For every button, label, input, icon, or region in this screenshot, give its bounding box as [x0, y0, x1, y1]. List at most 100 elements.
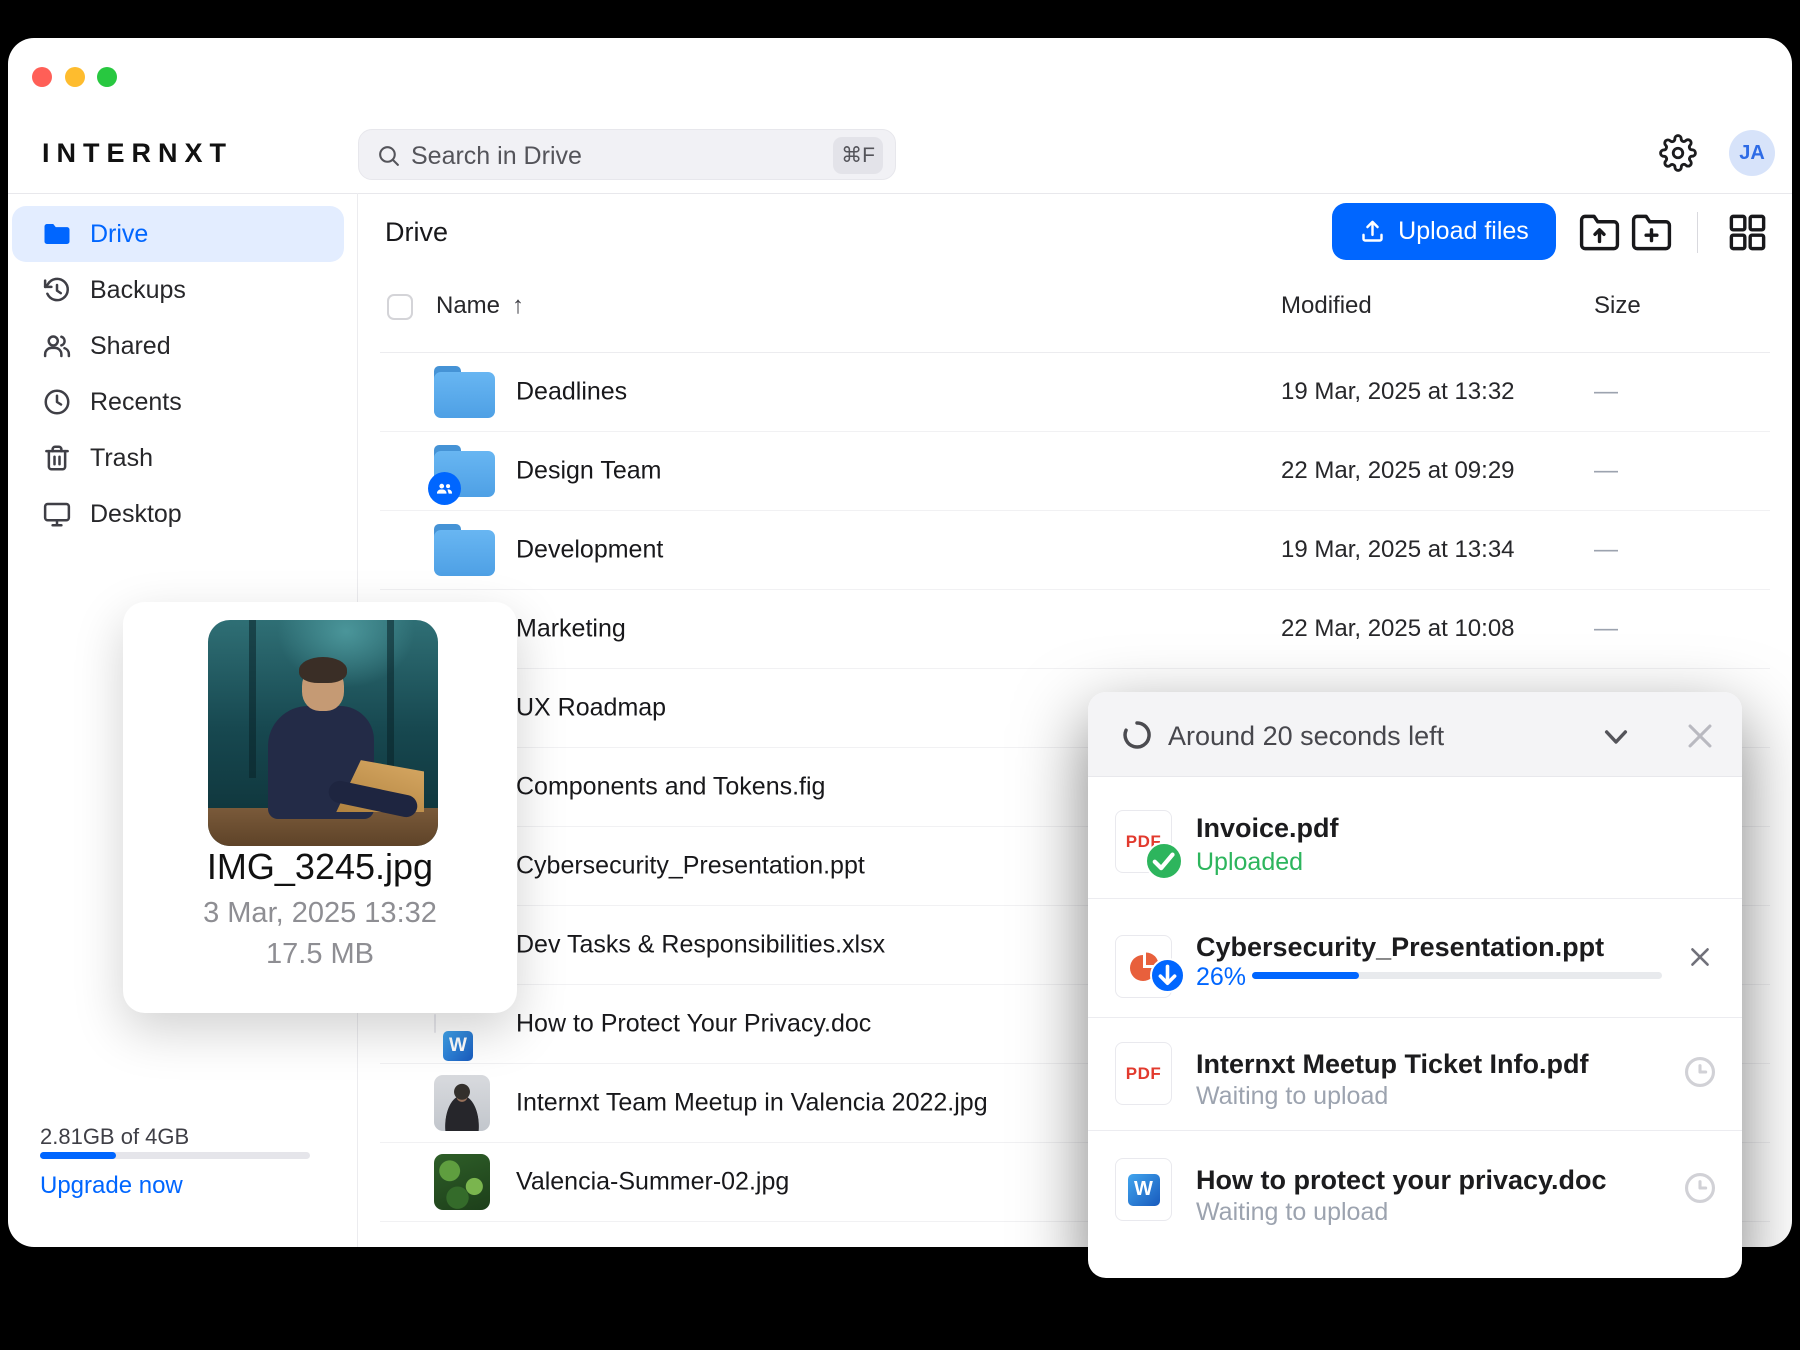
upgrade-now-link[interactable]: Upgrade now [40, 1172, 183, 1200]
column-header-size[interactable]: Size [1594, 292, 1641, 320]
uploaded-check-badge [1145, 842, 1183, 880]
sidebar-item-trash[interactable]: Trash [12, 430, 344, 486]
uploading-arrow-badge [1150, 958, 1185, 993]
search-placeholder: Search in Drive [411, 142, 582, 170]
file-name[interactable]: Development [516, 536, 663, 565]
sidebar-item-label: Drive [90, 219, 149, 248]
file-size: — [1594, 615, 1618, 642]
clock-icon [42, 387, 72, 417]
word-file-icon: W [1115, 1158, 1172, 1221]
preview-scene-person-hair [298, 657, 347, 684]
window-minimize-button[interactable] [65, 67, 85, 87]
upload-item-name: How to protect your privacy.doc [1196, 1165, 1607, 1195]
search-icon [376, 143, 401, 168]
upload-files-button[interactable]: Upload files [1332, 203, 1556, 260]
file-preview-card: IMG_3245.jpg 3 Mar, 2025 13:32 17.5 MB [123, 602, 517, 1013]
file-name[interactable]: How to Protect Your Privacy.doc [516, 1010, 871, 1039]
image-thumbnail [434, 1154, 490, 1210]
sidebar-item-label: Desktop [90, 499, 182, 528]
upload-files-label: Upload files [1398, 217, 1529, 245]
table-row[interactable]: Design Team 22 Mar, 2025 at 09:29 — [380, 432, 1770, 511]
window-zoom-button[interactable] [97, 67, 117, 87]
shared-folder-badge [428, 472, 461, 505]
window-close-button[interactable] [32, 67, 52, 87]
file-name[interactable]: UX Roadmap [516, 694, 666, 723]
upload-item-status: Waiting to upload [1196, 1082, 1389, 1110]
folder-upload-icon [1579, 214, 1620, 251]
file-modified-date: 19 Mar, 2025 at 13:32 [1281, 378, 1515, 405]
upload-item-name: Invoice.pdf [1196, 813, 1339, 843]
desktop-icon [42, 499, 72, 529]
table-row[interactable]: Marketing 22 Mar, 2025 at 10:08 — [380, 590, 1770, 669]
sidebar-item-label: Shared [90, 331, 171, 360]
sidebar-item-backups[interactable]: Backups [12, 262, 344, 318]
sidebar-item-drive[interactable]: Drive [12, 206, 344, 262]
chevron-down-icon[interactable] [1600, 720, 1632, 750]
preview-date: 3 Mar, 2025 13:32 [203, 897, 437, 929]
file-size: — [1594, 378, 1618, 405]
file-name[interactable]: Dev Tasks & Responsibilities.xlsx [516, 931, 885, 960]
upload-progress-bar [1252, 972, 1662, 979]
upload-item-divider [1088, 1017, 1742, 1018]
table-row[interactable]: Deadlines 19 Mar, 2025 at 13:32 — [380, 353, 1770, 432]
folder-icon [434, 366, 495, 418]
sidebar-item-label: Recents [90, 387, 182, 416]
file-name[interactable]: Components and Tokens.fig [516, 773, 825, 802]
preview-filesize: 17.5 MB [266, 938, 374, 970]
preview-scene-window-frame [387, 620, 395, 779]
file-name[interactable]: Valencia-Summer-02.jpg [516, 1168, 789, 1197]
file-size: — [1594, 536, 1618, 563]
storage-progress-bar [40, 1152, 310, 1159]
file-modified-date: 22 Mar, 2025 at 10:08 [1281, 615, 1515, 642]
column-header-name[interactable]: Name [436, 292, 500, 320]
folder-filled-icon [42, 219, 72, 249]
internxt-logo: INTERNXT [42, 138, 233, 168]
column-header-modified[interactable]: Modified [1281, 292, 1372, 320]
table-row[interactable]: Development 19 Mar, 2025 at 13:34 — [380, 511, 1770, 590]
image-thumbnail [434, 1075, 490, 1131]
upload-item-divider [1088, 1130, 1742, 1131]
file-modified-date: 19 Mar, 2025 at 13:34 [1281, 536, 1515, 563]
avatar[interactable]: JA [1729, 130, 1775, 176]
app-stage: INTERNXT Search in Drive ⌘F JA Drive Back… [0, 0, 1800, 1350]
people-icon [42, 331, 72, 361]
sidebar-item-desktop[interactable]: Desktop [12, 486, 344, 542]
file-name[interactable]: Deadlines [516, 378, 627, 407]
upload-panel-header: Around 20 seconds left [1088, 692, 1742, 777]
sort-ascending-icon[interactable]: ↑ [512, 292, 524, 320]
upload-time-remaining: Around 20 seconds left [1168, 721, 1445, 751]
preview-thumbnail [208, 620, 438, 846]
file-name[interactable]: Marketing [516, 615, 626, 644]
file-name[interactable]: Cybersecurity_Presentation.ppt [516, 852, 865, 881]
waiting-clock-icon [1683, 1055, 1717, 1089]
sidebar-item-label: Trash [90, 443, 153, 472]
storage-progress-fill [40, 1152, 116, 1159]
search-input[interactable]: Search in Drive ⌘F [358, 129, 896, 180]
waiting-clock-icon [1683, 1171, 1717, 1205]
folder-icon [434, 524, 495, 576]
shared-folder-icon [428, 445, 495, 505]
upload-item-divider [1088, 898, 1742, 899]
file-name[interactable]: Design Team [516, 457, 661, 486]
new-folder-button[interactable] [1630, 211, 1673, 254]
sidebar-item-recents[interactable]: Recents [12, 374, 344, 430]
sidebar-item-shared[interactable]: Shared [12, 318, 344, 374]
toolbar-separator [1697, 212, 1698, 253]
table-header: Name ↑ Modified Size [380, 288, 1770, 338]
file-size: — [1594, 457, 1618, 484]
file-modified-date: 22 Mar, 2025 at 09:29 [1281, 457, 1515, 484]
upload-icon [1362, 220, 1383, 242]
upload-item-name: Internxt Meetup Ticket Info.pdf [1196, 1049, 1589, 1079]
select-all-checkbox[interactable] [387, 294, 413, 320]
settings-button[interactable] [1659, 134, 1697, 172]
grid-view-button[interactable] [1726, 211, 1769, 254]
sidebar-item-label: Backups [90, 275, 186, 304]
cancel-upload-icon[interactable] [1686, 943, 1714, 971]
panel-close-icon[interactable] [1683, 719, 1717, 753]
upload-item-name: Cybersecurity_Presentation.ppt [1196, 932, 1605, 962]
trash-icon [42, 443, 72, 473]
upload-item-status: Uploaded [1196, 848, 1304, 876]
upload-folder-button[interactable] [1578, 211, 1621, 254]
history-icon [42, 275, 72, 305]
file-name[interactable]: Internxt Team Meetup in Valencia 2022.jp… [516, 1089, 988, 1118]
